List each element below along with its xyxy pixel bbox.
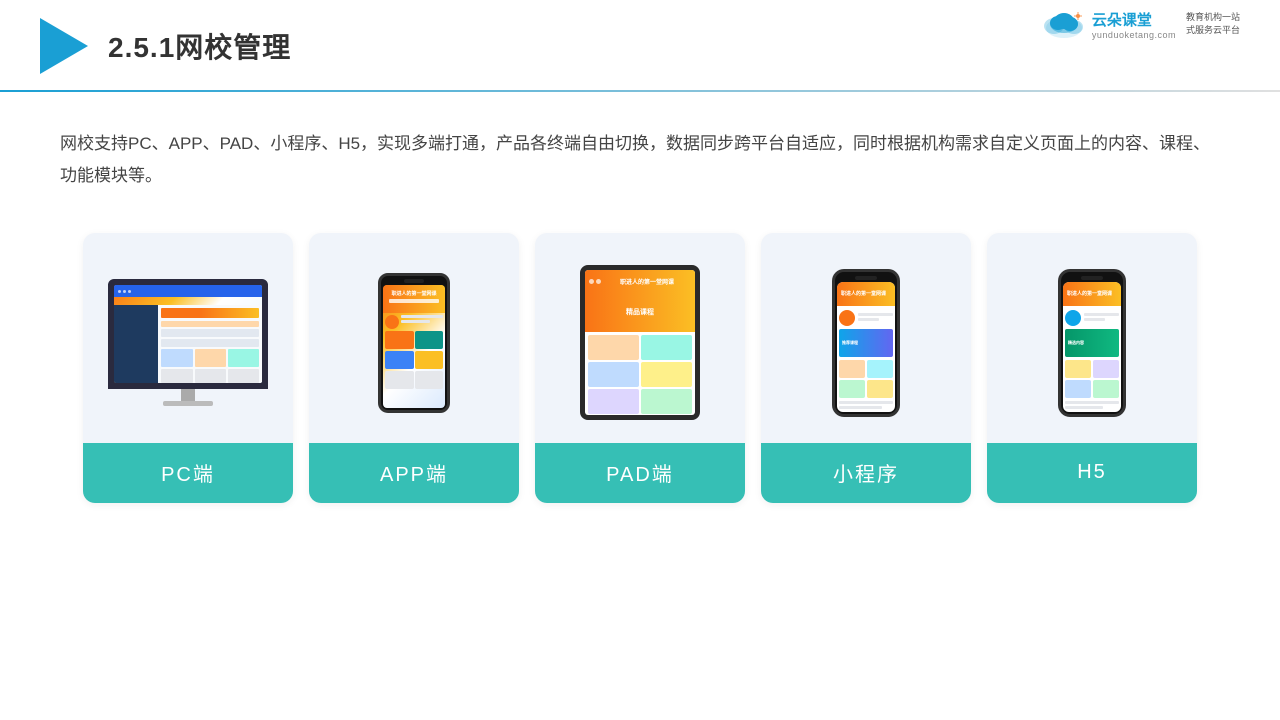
card-pad: 职进人的第一堂网课 精品课程 PAD端 [535, 233, 745, 503]
app-phone-icon: 职进人的第一堂网课 [378, 273, 450, 413]
page-title: 2.5.1网校管理 [108, 26, 291, 66]
header: 2.5.1网校管理 云朵课堂 yunduoket [0, 0, 1280, 74]
card-pc: PC端 [83, 233, 293, 503]
brand-tagline: 教育机构一站式服务云平台 [1186, 11, 1240, 36]
cards-section: PC端 职进人的第一堂网课 [0, 213, 1280, 503]
h5-phone-icon: 职进人的第一堂网课 精选内容 [1058, 269, 1126, 417]
card-pad-image: 职进人的第一堂网课 精品课程 [535, 233, 745, 443]
card-pad-label: PAD端 [535, 443, 745, 503]
pc-monitor-icon [108, 279, 268, 406]
card-pc-label: PC端 [83, 443, 293, 503]
card-h5: 职进人的第一堂网课 精选内容 [987, 233, 1197, 503]
miniprogram-phone-icon: 职进人的第一堂网课 推荐课程 [832, 269, 900, 417]
card-miniprogram: 职进人的第一堂网课 推荐课程 [761, 233, 971, 503]
brand-logo: 云朵课堂 yunduoketang.com 教育机构一站式服务云平台 [1042, 8, 1240, 40]
card-h5-image: 职进人的第一堂网课 精选内容 [987, 233, 1197, 443]
card-h5-label: H5 [987, 443, 1197, 503]
card-app: 职进人的第一堂网课 [309, 233, 519, 503]
logo-triangle-icon [40, 18, 88, 74]
card-app-image: 职进人的第一堂网课 [309, 233, 519, 443]
cloud-icon [1042, 8, 1086, 40]
card-app-label: APP端 [309, 443, 519, 503]
description-text: 网校支持PC、APP、PAD、小程序、H5，实现多端打通，产品各终端自由切换，数… [0, 92, 1280, 213]
pad-tablet-icon: 职进人的第一堂网课 精品课程 [580, 265, 700, 420]
card-miniprogram-label: 小程序 [761, 443, 971, 503]
card-miniprogram-image: 职进人的第一堂网课 推荐课程 [761, 233, 971, 443]
brand-text: 云朵课堂 yunduoketang.com [1092, 9, 1176, 40]
card-pc-image [83, 233, 293, 443]
